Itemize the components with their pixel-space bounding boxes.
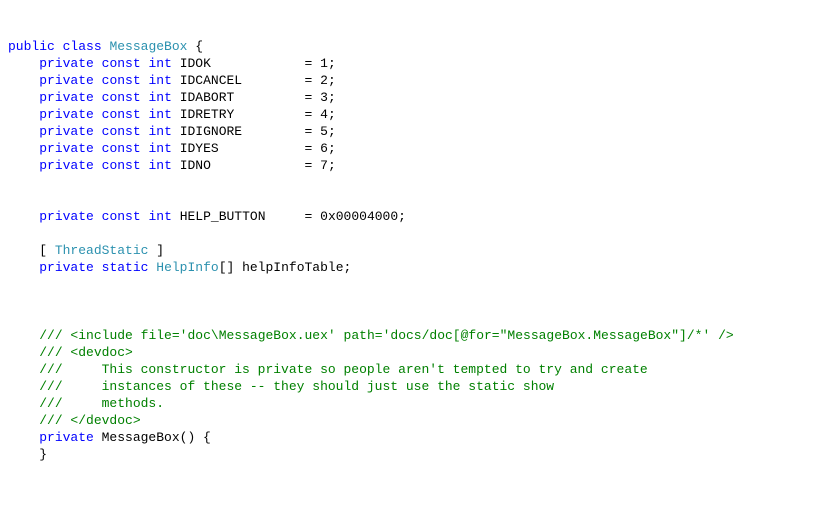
doc-include-end: /> [710, 328, 733, 343]
semicolon: ; [398, 209, 406, 224]
const-name: IDCANCEL [180, 73, 242, 88]
const-name: HELP_BUTTON [180, 209, 266, 224]
attr-close: ] [148, 243, 164, 258]
keyword-const: const [102, 90, 141, 105]
keyword-int: int [148, 73, 171, 88]
const-value: 6 [320, 141, 328, 156]
semicolon: ; [328, 56, 336, 71]
keyword-const: const [102, 73, 141, 88]
const-value: 1 [320, 56, 328, 71]
keyword-const: const [102, 107, 141, 122]
equals: = [297, 73, 320, 88]
code-block: public class MessageBox { private const … [8, 38, 831, 463]
doc-include-tag: include file [78, 328, 172, 343]
keyword-private: private [39, 260, 94, 275]
keyword-int: int [148, 107, 171, 122]
keyword-const: const [102, 141, 141, 156]
keyword-private: private [39, 430, 94, 445]
col-pad [242, 73, 297, 88]
semicolon: ; [328, 90, 336, 105]
keyword-int: int [148, 124, 171, 139]
const-value: 0x00004000 [320, 209, 398, 224]
brace-close: } [39, 447, 47, 462]
col-pad [234, 90, 296, 105]
equals: = [297, 107, 320, 122]
keyword-private: private [39, 107, 94, 122]
type-messagebox: MessageBox [109, 39, 187, 54]
col-pad [266, 209, 297, 224]
col-pad [211, 158, 297, 173]
equals: = [297, 56, 320, 71]
col-pad [211, 56, 297, 71]
semicolon: ; [328, 124, 336, 139]
ctor-decl: MessageBox() { [94, 430, 211, 445]
semicolon: ; [328, 73, 336, 88]
doc-path-attr: path [344, 328, 375, 343]
keyword-int: int [148, 141, 171, 156]
keyword-private: private [39, 124, 94, 139]
const-value: 4 [320, 107, 328, 122]
keyword-int: int [148, 90, 171, 105]
doc-eq: = [172, 328, 180, 343]
keyword-private: private [39, 209, 94, 224]
keyword-int: int [148, 158, 171, 173]
keyword-public: public [8, 39, 55, 54]
keyword-const: const [102, 124, 141, 139]
semicolon: ; [328, 141, 336, 156]
col-pad [219, 141, 297, 156]
const-name: IDNO [180, 158, 211, 173]
keyword-const: const [102, 209, 141, 224]
const-name: IDABORT [180, 90, 235, 105]
semicolon: ; [328, 158, 336, 173]
equals: = [297, 209, 320, 224]
keyword-int: int [148, 209, 171, 224]
const-name: IDRETRY [180, 107, 235, 122]
const-name: IDOK [180, 56, 211, 71]
keyword-private: private [39, 73, 94, 88]
doc-xpath: docs/doc[@for="MessageBox.MessageBox"]/* [390, 328, 702, 343]
keyword-const: const [102, 158, 141, 173]
doc-space [336, 328, 344, 343]
semicolon: ; [328, 107, 336, 122]
const-value: 5 [320, 124, 328, 139]
keyword-int: int [148, 56, 171, 71]
const-name: IDIGNORE [180, 124, 242, 139]
keyword-private: private [39, 56, 94, 71]
attr-open: [ [39, 243, 55, 258]
doc-quote: ' [328, 328, 336, 343]
doc-include-prefix: /// < [39, 328, 78, 343]
col-pad [242, 124, 297, 139]
keyword-private: private [39, 158, 94, 173]
equals: = [297, 158, 320, 173]
keyword-const: const [102, 56, 141, 71]
doc-line: /// methods. [39, 396, 164, 411]
keyword-class: class [63, 39, 102, 54]
type-helpinfo: HelpInfo [156, 260, 218, 275]
equals: = [297, 124, 320, 139]
doc-devdoc-close: /// </devdoc> [39, 413, 140, 428]
const-value: 2 [320, 73, 328, 88]
doc-devdoc-open: /// <devdoc> [39, 345, 133, 360]
col-pad [234, 107, 296, 122]
doc-line: /// instances of these -- they should ju… [39, 379, 554, 394]
const-value: 7 [320, 158, 328, 173]
field-decl: [] helpInfoTable; [219, 260, 352, 275]
attr-threadstatic: ThreadStatic [55, 243, 149, 258]
keyword-static: static [102, 260, 149, 275]
const-value: 3 [320, 90, 328, 105]
keyword-private: private [39, 90, 94, 105]
equals: = [297, 90, 320, 105]
equals: = [297, 141, 320, 156]
doc-line: /// This constructor is private so peopl… [39, 362, 648, 377]
doc-eq: = [375, 328, 383, 343]
doc-file-path: doc\MessageBox.uex [187, 328, 327, 343]
const-name: IDYES [180, 141, 219, 156]
brace-open: { [187, 39, 203, 54]
keyword-private: private [39, 141, 94, 156]
